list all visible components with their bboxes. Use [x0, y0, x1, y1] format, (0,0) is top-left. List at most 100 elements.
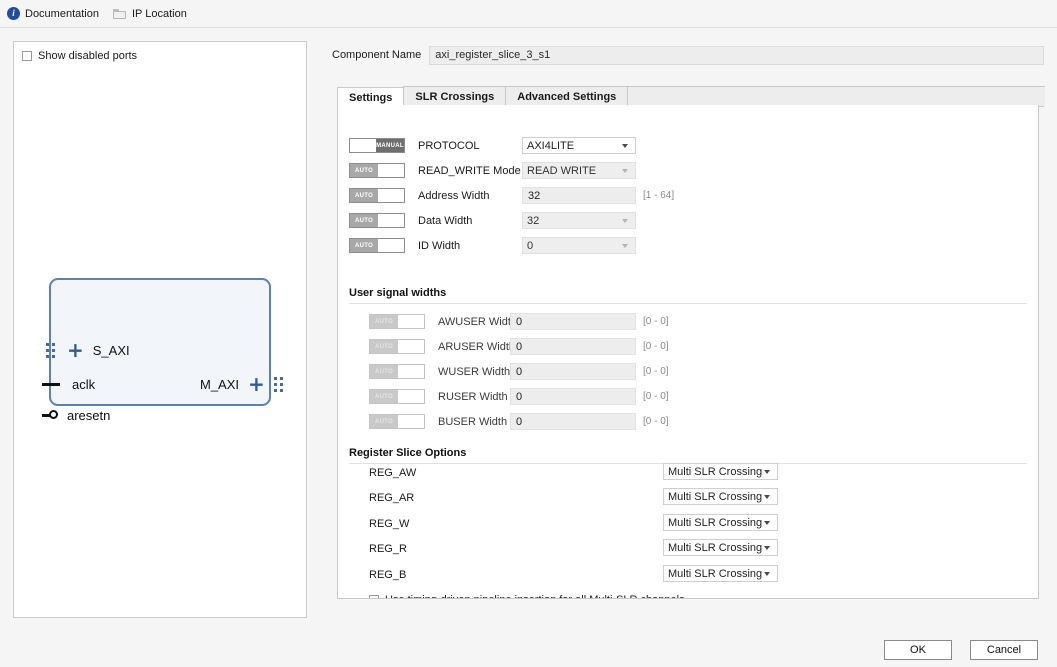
- address-width-auto-manual-toggle[interactable]: AUTO: [349, 188, 405, 203]
- wuser-width-range: [0 - 0]: [643, 366, 669, 377]
- port-m-axi[interactable]: M_AXI +: [200, 373, 286, 395]
- toggle-knob-label: AUTO: [350, 189, 378, 202]
- ruser-width-range: [0 - 0]: [643, 391, 669, 402]
- chevron-down-icon: [622, 219, 629, 223]
- toggle-knob-label: AUTO: [370, 340, 398, 353]
- chevron-down-icon: [764, 470, 771, 474]
- user-signal-widths-title: User signal widths: [349, 287, 446, 299]
- expand-plus-icon-m-axi[interactable]: +: [248, 374, 265, 394]
- protocol-auto-manual-toggle[interactable]: MANUAL: [349, 138, 405, 153]
- awuser-width-input[interactable]: 0: [510, 313, 636, 330]
- tab-settings[interactable]: Settings: [337, 87, 404, 107]
- reg-r-label: REG_R: [369, 543, 407, 555]
- row-awuser-width: AUTO AWUSER Width: [369, 314, 517, 329]
- chevron-down-icon: [622, 169, 629, 173]
- row-data-width: AUTO Data Width: [349, 213, 472, 228]
- awuser-width-auto-manual-toggle[interactable]: AUTO: [369, 314, 425, 329]
- port-label-aclk: aclk: [72, 377, 95, 392]
- row-protocol: MANUAL PROTOCOL: [349, 138, 480, 153]
- documentation-button[interactable]: i Documentation: [7, 7, 99, 20]
- port-label-m-axi: M_AXI: [200, 377, 239, 392]
- wuser-width-value: 0: [516, 366, 522, 378]
- aruser-width-input[interactable]: 0: [510, 338, 636, 355]
- awuser-width-label: AWUSER Width: [438, 316, 517, 328]
- reg-ar-select[interactable]: Multi SLR Crossing: [663, 488, 778, 505]
- ruser-width-input[interactable]: 0: [510, 388, 636, 405]
- read-write-mode-select[interactable]: READ WRITE: [522, 162, 636, 179]
- toggle-knob-label: AUTO: [350, 239, 378, 252]
- reg-w-label: REG_W: [369, 518, 409, 530]
- chevron-down-icon: [622, 244, 629, 248]
- ip-location-button[interactable]: IP Location: [113, 8, 187, 20]
- id-width-label: ID Width: [418, 240, 460, 252]
- reg-r-select[interactable]: Multi SLR Crossing: [663, 539, 778, 556]
- component-name-row: Component Name axi_register_slice_3_s1: [332, 45, 1044, 65]
- port-label-s-axi: S_AXI: [93, 343, 130, 358]
- wuser-width-auto-manual-toggle[interactable]: AUTO: [369, 364, 425, 379]
- reg-w-select[interactable]: Multi SLR Crossing: [663, 514, 778, 531]
- protocol-label: PROTOCOL: [418, 140, 480, 152]
- row-ruser-width: AUTO RUSER Width: [369, 389, 508, 404]
- ruser-width-value: 0: [516, 391, 522, 403]
- row-address-width: AUTO Address Width: [349, 188, 490, 203]
- register-slice-options-title: Register Slice Options: [349, 447, 466, 459]
- reg-aw-select[interactable]: Multi SLR Crossing: [663, 463, 778, 480]
- reg-b-select[interactable]: Multi SLR Crossing: [663, 565, 778, 582]
- ip-preview-panel: Show disabled ports + S_AXI aclk aresetn…: [13, 41, 307, 618]
- data-width-auto-manual-toggle[interactable]: AUTO: [349, 213, 405, 228]
- reg-aw-label: REG_AW: [369, 467, 416, 479]
- buser-width-range: [0 - 0]: [643, 416, 669, 427]
- awuser-width-value: 0: [516, 316, 522, 328]
- show-disabled-ports-label: Show disabled ports: [38, 50, 137, 62]
- read-write-mode-auto-manual-toggle[interactable]: AUTO: [349, 163, 405, 178]
- toggle-knob-label: AUTO: [370, 390, 398, 403]
- aruser-width-label: ARUSER Width: [438, 341, 515, 353]
- toolbar: i Documentation IP Location: [0, 0, 1057, 28]
- show-disabled-ports-checkbox[interactable]: [22, 51, 32, 61]
- reg-ar-label: REG_AR: [369, 492, 414, 504]
- id-width-select[interactable]: 0: [522, 237, 636, 254]
- wuser-width-label: WUSER Width: [438, 366, 510, 378]
- reg-aw-value: Multi SLR Crossing: [668, 466, 762, 478]
- chevron-down-icon: [764, 521, 771, 525]
- wuser-width-input[interactable]: 0: [510, 363, 636, 380]
- component-name-input[interactable]: axi_register_slice_3_s1: [429, 46, 1044, 65]
- bus-pin-icon: [46, 339, 58, 361]
- read-write-mode-label: READ_WRITE Mode: [418, 165, 521, 177]
- ruser-width-auto-manual-toggle[interactable]: AUTO: [369, 389, 425, 404]
- cancel-button[interactable]: Cancel: [970, 640, 1038, 660]
- documentation-label: Documentation: [25, 8, 99, 20]
- tab-slr-crossings[interactable]: SLR Crossings: [403, 86, 506, 106]
- ip-customize-dialog: i Documentation IP Location Show disable…: [0, 0, 1057, 667]
- data-width-value: 32: [527, 215, 539, 227]
- buser-width-auto-manual-toggle[interactable]: AUTO: [369, 414, 425, 429]
- tab-bar-filler: [627, 86, 1045, 106]
- chevron-down-icon: [764, 572, 771, 576]
- aruser-width-auto-manual-toggle[interactable]: AUTO: [369, 339, 425, 354]
- address-width-input[interactable]: 32: [522, 187, 636, 204]
- show-disabled-ports-row[interactable]: Show disabled ports: [14, 42, 306, 62]
- tab-bar: Settings SLR Crossings Advanced Settings: [337, 85, 1044, 107]
- expand-plus-icon[interactable]: +: [67, 340, 84, 360]
- port-s-axi[interactable]: + S_AXI: [46, 339, 130, 361]
- timing-driven-pipeline-row[interactable]: Use timing-driven pipeline insertion for…: [369, 594, 685, 599]
- timing-driven-pipeline-checkbox[interactable]: [369, 595, 379, 599]
- ok-button[interactable]: OK: [884, 640, 952, 660]
- toggle-knob-label: AUTO: [350, 214, 378, 227]
- row-read-write-mode: AUTO READ_WRITE Mode: [349, 163, 521, 178]
- address-width-range: [1 - 64]: [643, 190, 674, 201]
- port-label-aresetn: aresetn: [67, 408, 110, 423]
- buser-width-input[interactable]: 0: [510, 413, 636, 430]
- data-width-label: Data Width: [418, 215, 472, 227]
- chevron-down-icon: [764, 546, 771, 550]
- address-width-value: 32: [528, 190, 540, 202]
- data-width-select[interactable]: 32: [522, 212, 636, 229]
- reg-w-value: Multi SLR Crossing: [668, 517, 762, 529]
- row-aruser-width: AUTO ARUSER Width: [369, 339, 515, 354]
- buser-width-label: BUSER Width: [438, 416, 507, 428]
- timing-driven-pipeline-label: Use timing-driven pipeline insertion for…: [385, 594, 685, 599]
- tab-advanced-settings[interactable]: Advanced Settings: [505, 86, 628, 106]
- id-width-auto-manual-toggle[interactable]: AUTO: [349, 238, 405, 253]
- address-width-label: Address Width: [418, 190, 490, 202]
- protocol-select[interactable]: AXI4LITE: [522, 137, 636, 154]
